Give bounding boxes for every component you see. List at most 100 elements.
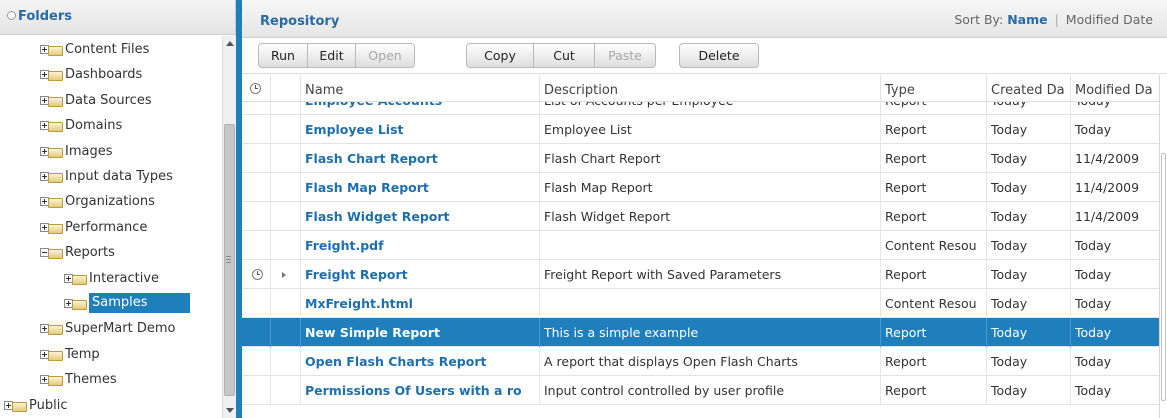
folder-tree: Content Files Dashboards Data Sources Domai… <box>0 36 222 418</box>
folder-item[interactable]: Dashboards <box>40 62 222 86</box>
grid-scrollbar-thumb[interactable] <box>1161 153 1166 401</box>
column-schedule[interactable] <box>242 75 270 102</box>
folder-body-icon <box>72 274 87 285</box>
table-row[interactable]: Flash Map Report Flash Map Report Report To… <box>242 173 1159 202</box>
folder-label: Organizations <box>65 193 155 209</box>
schedule-cell <box>242 202 270 231</box>
folder-item[interactable]: Interactive <box>64 266 222 290</box>
grid-scrollbar[interactable] <box>1159 75 1167 418</box>
column-modified-date[interactable]: Modified Da <box>1070 75 1159 102</box>
table-row[interactable]: Employee AccountsList of Accounts per Em… <box>242 102 1159 115</box>
description-cell: Flash Chart Report <box>539 144 880 173</box>
type-cell: Report <box>880 260 986 289</box>
folder-body-icon <box>72 299 87 310</box>
repository-title: Repository <box>260 14 340 29</box>
folder-label: Temp <box>65 346 100 362</box>
folder-item[interactable]: Performance <box>40 215 222 239</box>
column-type[interactable]: Type <box>880 75 986 102</box>
folder-body-icon <box>48 223 63 234</box>
folder-item[interactable]: Themes <box>40 367 222 391</box>
folder-icon <box>40 170 63 183</box>
modified-cell: Today <box>1070 260 1159 289</box>
name-cell[interactable]: Employee Accounts <box>300 102 539 115</box>
table-row[interactable]: Flash Widget Report Flash Widget Report Re… <box>242 202 1159 231</box>
edit-button[interactable]: Edit <box>308 44 356 67</box>
folder-icon <box>40 221 63 234</box>
folder-label: Domains <box>65 117 123 133</box>
name-cell[interactable]: New Simple Report <box>300 318 539 347</box>
table-row[interactable]: Freight Report Freight Report with Saved … <box>242 260 1159 289</box>
cut-button[interactable]: Cut <box>534 44 595 67</box>
folder-item[interactable]: Input data Types <box>40 164 222 188</box>
name-cell[interactable]: Employee List <box>300 115 539 144</box>
column-description[interactable]: Description <box>539 75 880 102</box>
modified-cell: Today <box>1070 115 1159 144</box>
name-cell[interactable]: MxFreight.html <box>300 289 539 318</box>
folder-icon <box>40 195 63 208</box>
modified-cell: 11/4/2009 <box>1070 202 1159 231</box>
collapse-panel-icon[interactable] <box>7 11 16 20</box>
table-row[interactable]: New Simple Report This is a simple exampl… <box>242 318 1159 347</box>
name-cell[interactable]: Flash Widget Report <box>300 202 539 231</box>
copy-button[interactable]: Copy <box>467 44 534 67</box>
scroll-up-icon[interactable] <box>226 41 234 46</box>
schedule-cell <box>242 102 270 115</box>
created-cell: Today <box>986 318 1070 347</box>
description-cell: List of Accounts per Employee <box>539 102 880 115</box>
repository-header: Repository Sort By: Name | Modified Date <box>242 0 1167 38</box>
name-cell[interactable]: Flash Map Report <box>300 173 539 202</box>
scroll-down-icon[interactable] <box>226 408 234 413</box>
sort-by-modified-link[interactable]: Modified Date <box>1066 12 1153 27</box>
delete-button[interactable]: Delete <box>680 44 758 67</box>
table-row[interactable]: Permissions Of Users with a ro Input cont… <box>242 376 1159 405</box>
folder-item[interactable]: Content Files <box>40 37 222 61</box>
folder-label: SuperMart Demo <box>65 320 176 336</box>
copy-cut-paste-group: Copy Cut Paste <box>466 43 656 68</box>
folder-icon <box>40 119 63 132</box>
open-button[interactable]: Open <box>356 44 414 67</box>
sort-by-name-link[interactable]: Name <box>1007 12 1047 27</box>
folder-body-icon <box>48 121 63 132</box>
folder-item[interactable]: Organizations <box>40 189 222 213</box>
table-row[interactable]: Flash Chart Report Flash Chart Report Repo… <box>242 144 1159 173</box>
schedule-cell <box>242 115 270 144</box>
folder-item[interactable]: Images <box>40 139 222 163</box>
name-cell[interactable]: Freight Report <box>300 260 539 289</box>
run-button[interactable]: Run <box>259 44 308 67</box>
delete-group: Delete <box>679 43 759 68</box>
clock-icon <box>250 83 261 94</box>
folder-body-icon <box>48 375 63 386</box>
folder-item[interactable]: Public <box>4 393 222 417</box>
modified-cell: Today <box>1070 231 1159 260</box>
expand-arrow-icon[interactable] <box>282 272 286 278</box>
name-cell[interactable]: Flash Chart Report <box>300 144 539 173</box>
table-row[interactable]: MxFreight.html Content Resou Today Today <box>242 289 1159 318</box>
folder-item[interactable]: Samples <box>64 291 222 315</box>
folder-item[interactable]: Domains <box>40 113 222 137</box>
table-row[interactable]: Freight.pdf Content Resou Today Today <box>242 231 1159 260</box>
folder-item[interactable]: SuperMart Demo <box>40 316 222 340</box>
table-row[interactable]: Employee List Employee List Report Today Tod… <box>242 115 1159 144</box>
expand-cell <box>270 231 300 260</box>
name-cell[interactable]: Freight.pdf <box>300 231 539 260</box>
folder-item[interactable]: Data Sources <box>40 88 222 112</box>
name-cell[interactable]: Permissions Of Users with a ro <box>300 376 539 405</box>
column-name[interactable]: Name <box>300 75 539 102</box>
expand-cell <box>270 347 300 376</box>
name-cell[interactable]: Open Flash Charts Report <box>300 347 539 376</box>
folder-label: Content Files <box>65 41 150 57</box>
modified-cell: 11/4/2009 <box>1070 144 1159 173</box>
folder-item[interactable]: Reports <box>40 240 222 264</box>
folder-icon <box>40 43 63 56</box>
folder-body-icon <box>48 147 63 158</box>
folder-tree-scrollbar[interactable] <box>222 36 236 418</box>
column-created-date[interactable]: Created Da <box>986 75 1070 102</box>
type-cell: Report <box>880 318 986 347</box>
paste-button[interactable]: Paste <box>595 44 655 67</box>
folder-icon <box>64 272 87 285</box>
folder-item[interactable]: Temp <box>40 342 222 366</box>
description-cell <box>539 231 880 260</box>
expand-cell <box>270 376 300 405</box>
table-row[interactable]: Open Flash Charts Report A report that di… <box>242 347 1159 376</box>
expand-cell <box>270 173 300 202</box>
